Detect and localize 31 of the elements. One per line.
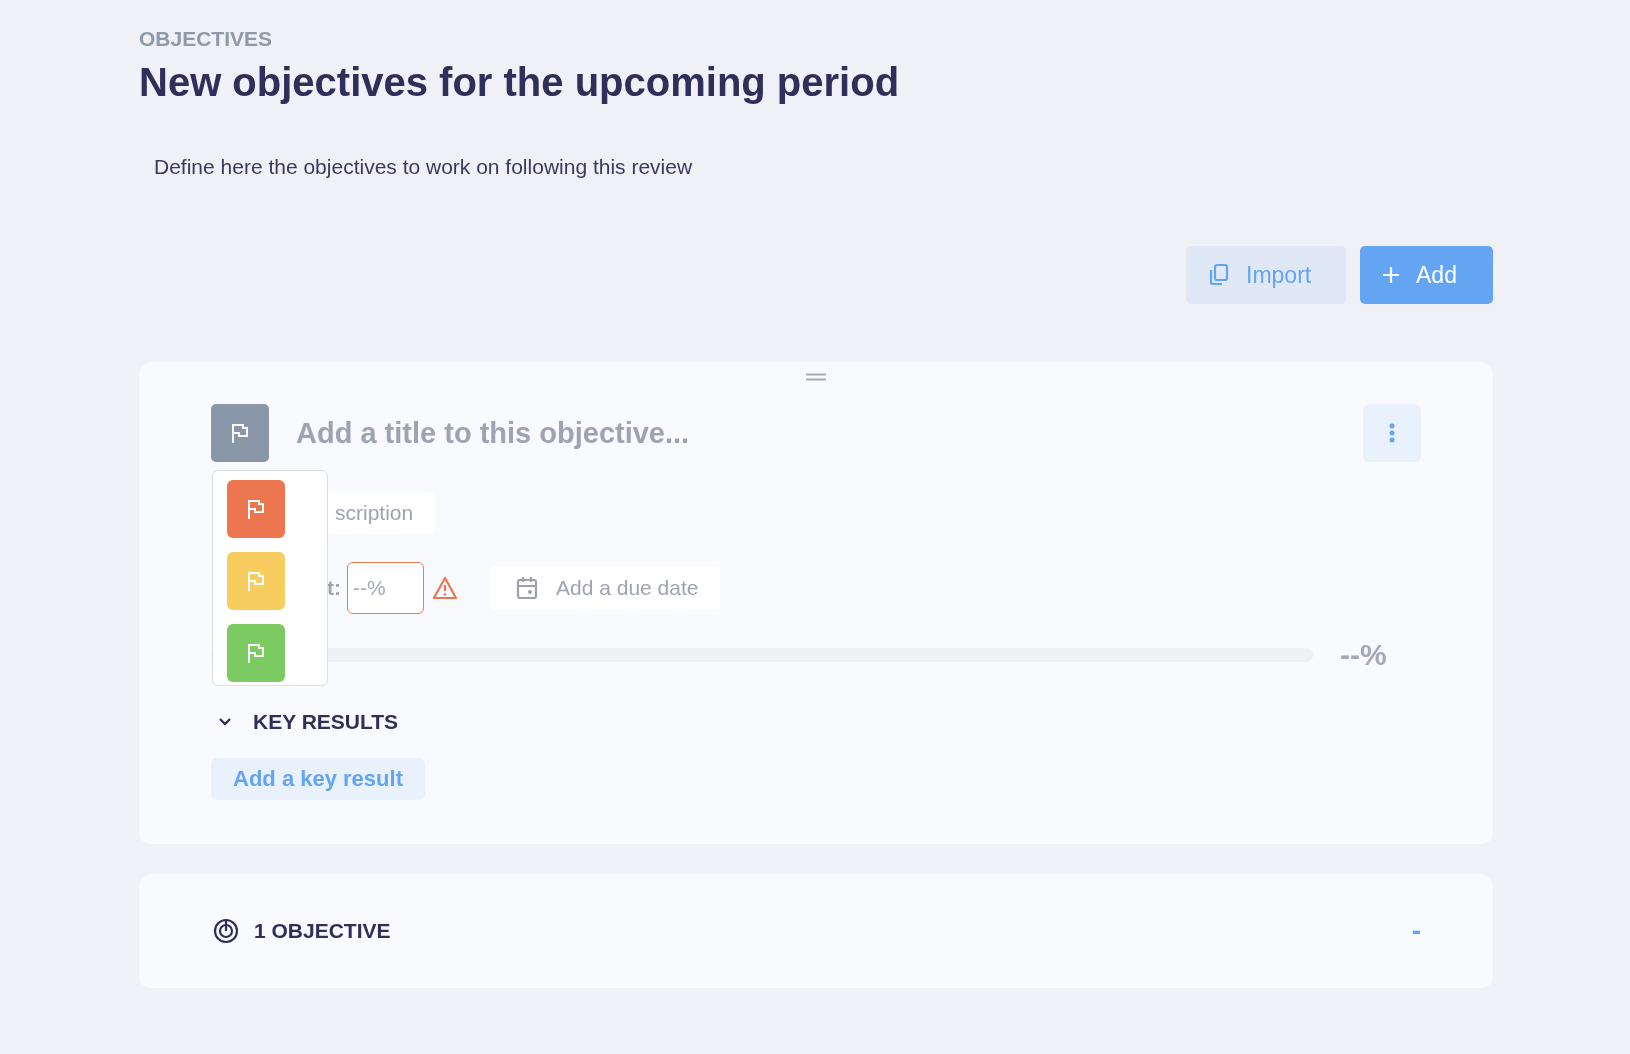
target-icon xyxy=(213,918,239,944)
flag-button[interactable] xyxy=(211,404,269,462)
plus-icon xyxy=(1382,266,1400,284)
progress-reading: --% xyxy=(1340,638,1387,672)
summary-value: - xyxy=(1411,915,1421,947)
more-options-button[interactable] xyxy=(1363,404,1421,462)
drag-handle-icon[interactable] xyxy=(806,373,826,381)
objective-title-field[interactable]: Add a title to this objective... xyxy=(296,416,1363,450)
flag-option[interactable] xyxy=(227,624,285,682)
warning-icon xyxy=(432,576,458,600)
flag-icon xyxy=(230,422,250,444)
more-icon xyxy=(1389,423,1395,443)
flag-icon xyxy=(246,498,266,520)
copy-icon xyxy=(1208,263,1230,287)
calendar-icon xyxy=(516,576,538,600)
page-description: Define here the objectives to work on following this review xyxy=(154,154,693,180)
add-key-result-button[interactable]: Add a key result xyxy=(211,758,425,800)
key-results-heading: KEY RESULTS xyxy=(253,710,399,734)
page-title: New objectives for the upcoming period xyxy=(139,59,901,106)
flag-option[interactable] xyxy=(227,552,285,610)
chevron-icon[interactable] xyxy=(218,717,232,727)
import-button[interactable]: Import xyxy=(1186,246,1346,304)
progress-input[interactable]: --% xyxy=(347,562,424,614)
section-eyebrow: OBJECTIVES xyxy=(139,26,273,52)
add-button[interactable]: Add xyxy=(1360,246,1493,304)
flag-icon xyxy=(246,570,266,592)
objective-count: 1 OBJECTIVE xyxy=(254,919,391,943)
progress-label: t: xyxy=(327,576,341,600)
flag-icon xyxy=(246,642,266,664)
due-date-button[interactable]: Add a due date xyxy=(490,566,721,610)
flag-option[interactable] xyxy=(227,480,285,538)
